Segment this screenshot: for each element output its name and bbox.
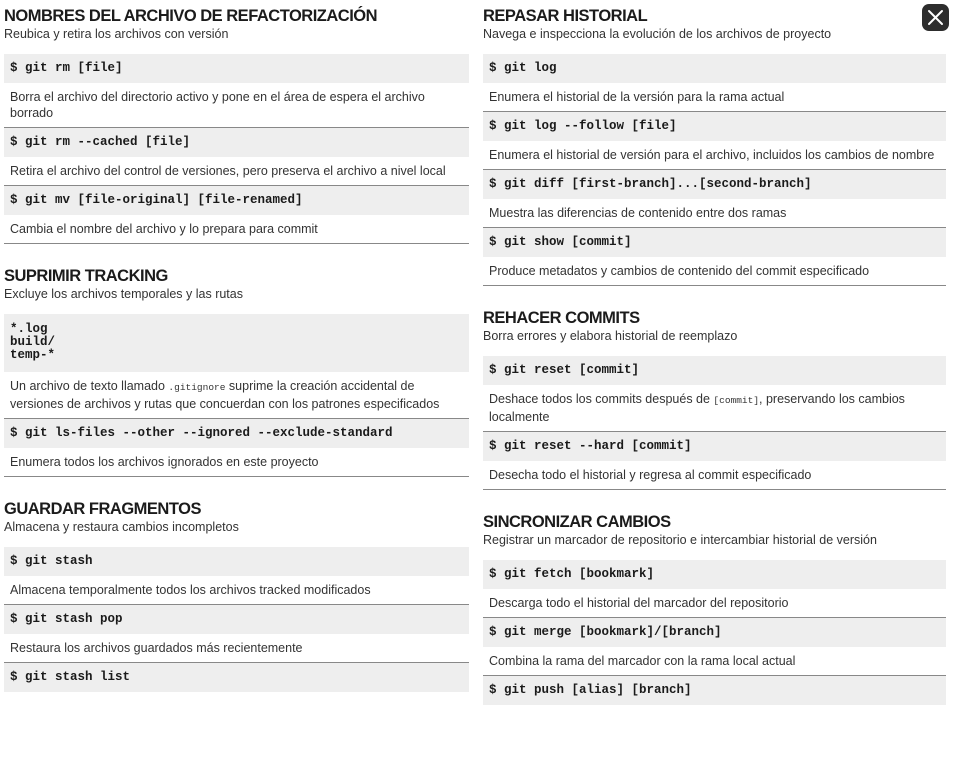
command-description: Retira el archivo del control de version… — [4, 157, 469, 186]
command-code: $ git log — [483, 54, 946, 83]
section-refactor: NOMBRES DEL ARCHIVO DE REFACTORIZACIÓN R… — [4, 6, 469, 244]
command-code: $ git rm --cached [file] — [4, 128, 469, 157]
section-redo-commits: REHACER COMMITS Borra errores y elabora … — [483, 308, 946, 490]
command-description: Desecha todo el historial y regresa al c… — [483, 461, 946, 490]
command-description: Enumera el historial de la versión para … — [483, 83, 946, 112]
command-code: $ git reset [commit] — [483, 356, 946, 385]
section-subtitle: Navega e inspecciona la evolución de los… — [483, 27, 832, 41]
section-tracking: SUPRIMIR TRACKING Excluye los archivos t… — [4, 266, 469, 477]
gitignore-patterns: *.log build/ temp-* — [4, 314, 469, 372]
command-description: Muestra las diferencias de contenido ent… — [483, 199, 946, 228]
section-title: GUARDAR FRAGMENTOS — [4, 500, 201, 518]
inline-code: [commit] — [713, 395, 760, 406]
command-description: Deshace todos los commits después de [co… — [483, 385, 946, 432]
close-button[interactable] — [922, 4, 949, 31]
command-description: Produce metadatos y cambios de contenido… — [483, 257, 946, 286]
command-code: $ git fetch [bookmark] — [483, 560, 946, 589]
command-code: $ git merge [bookmark]/[branch] — [483, 618, 946, 647]
description-text: Un archivo de texto llamado — [10, 379, 169, 393]
section-history: REPASAR HISTORIAL Navega e inspecciona l… — [483, 6, 946, 286]
close-icon — [922, 4, 949, 31]
command-code: $ git log --follow [file] — [483, 112, 946, 141]
section-title: NOMBRES DEL ARCHIVO DE REFACTORIZACIÓN — [4, 7, 378, 25]
left-column: NOMBRES DEL ARCHIVO DE REFACTORIZACIÓN R… — [4, 6, 469, 692]
command-description: Combina la rama del marcador con la rama… — [483, 647, 946, 676]
command-description: Restaura los archivos guardados más reci… — [4, 634, 469, 663]
command-code: $ git reset --hard [commit] — [483, 432, 946, 461]
command-description: Borra el archivo del directorio activo y… — [4, 83, 469, 128]
section-title: REHACER COMMITS — [483, 309, 640, 327]
command-description: Enumera el historial de versión para el … — [483, 141, 946, 170]
section-subtitle: Borra errores y elabora historial de ree… — [483, 329, 738, 343]
section-subtitle: Excluye los archivos temporales y las ru… — [4, 287, 243, 301]
description-text: Deshace todos los commits después de — [489, 392, 714, 406]
inline-code: .gitignore — [168, 382, 226, 393]
section-sync: SINCRONIZAR CAMBIOS Registrar un marcado… — [483, 512, 946, 705]
section-stash: GUARDAR FRAGMENTOS Almacena y restaura c… — [4, 499, 469, 692]
command-code: $ git stash list — [4, 663, 469, 692]
command-code: $ git show [commit] — [483, 228, 946, 257]
command-description: Un archivo de texto llamado .gitignore s… — [4, 372, 469, 419]
command-description: Almacena temporalmente todos los archivo… — [4, 576, 469, 605]
command-code: $ git push [alias] [branch] — [483, 676, 946, 705]
section-subtitle: Registrar un marcador de repositorio e i… — [483, 533, 877, 547]
command-code: $ git ls-files --other --ignored --exclu… — [4, 419, 469, 448]
command-description: Descarga todo el historial del marcador … — [483, 589, 946, 618]
command-code: $ git mv [file-original] [file-renamed] — [4, 186, 469, 215]
command-code: $ git stash pop — [4, 605, 469, 634]
right-column: REPASAR HISTORIAL Navega e inspecciona l… — [483, 6, 946, 705]
section-title: SINCRONIZAR CAMBIOS — [483, 513, 671, 531]
command-code: $ git rm [file] — [4, 54, 469, 83]
command-code: $ git diff [first-branch]...[second-bran… — [483, 170, 946, 199]
section-title: SUPRIMIR TRACKING — [4, 267, 168, 285]
command-code: $ git stash — [4, 547, 469, 576]
section-title: REPASAR HISTORIAL — [483, 7, 648, 25]
command-description: Cambia el nombre del archivo y lo prepar… — [4, 215, 469, 244]
section-subtitle: Reubica y retira los archivos con versió… — [4, 27, 229, 41]
section-subtitle: Almacena y restaura cambios incompletos — [4, 520, 239, 534]
command-description: Enumera todos los archivos ignorados en … — [4, 448, 469, 477]
